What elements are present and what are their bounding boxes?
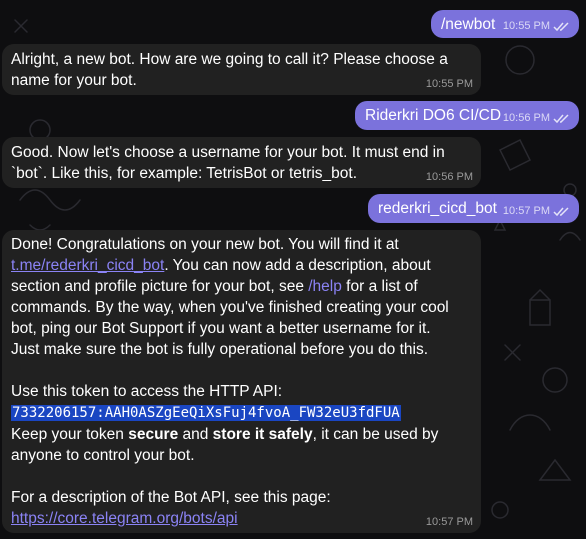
message-line: https://core.telegram.org/bots/api (11, 508, 472, 529)
token-line: 7332206157:AAH0ASZgEeQiXsFuj4fvoA_FW32eU… (11, 402, 472, 424)
bold-text: secure (128, 426, 179, 443)
message-line: commands. By the way, when you've finish… (11, 299, 449, 316)
message-timestamp: 10:55 PM (503, 20, 571, 33)
outgoing-message[interactable]: rederkri_cicd_bot 10:57 PM (368, 194, 579, 223)
bot-api-link[interactable]: https://core.telegram.org/bots/api (11, 510, 238, 527)
message-text: rederkri_cicd_bot (378, 200, 497, 217)
message-text: section and profile picture for your bot… (11, 278, 309, 295)
bold-text: store it safely (212, 426, 313, 443)
incoming-message[interactable]: Alright, a new bot. How are we going to … (2, 44, 481, 95)
message-line: section and profile picture for your bot… (11, 276, 472, 297)
double-check-icon (553, 113, 569, 123)
message-line: name for your bot. (11, 72, 137, 89)
api-token[interactable]: 7332206157:AAH0ASZgEeQiXsFuj4fvoA_FW32eU… (11, 405, 401, 421)
message-text: Riderkri DO6 CI/CD (365, 107, 502, 124)
message-text: and (178, 426, 213, 443)
message-text: /newbot (441, 16, 496, 33)
timestamp-text: 10:55 PM (502, 20, 550, 32)
message-line: Just make sure the bot is fully operatio… (11, 341, 429, 358)
help-command-link[interactable]: /help (308, 278, 342, 295)
incoming-message[interactable]: Good. Now let's choose a username for yo… (2, 137, 481, 188)
message-line: bot, ping our Bot Support if you want a … (11, 320, 431, 337)
message-line: For a description of the Bot API, see th… (11, 489, 331, 506)
message-timestamp: 10:56 PM (503, 112, 571, 125)
double-check-icon (553, 21, 569, 31)
message-text: , it can be used by (312, 426, 439, 443)
message-timestamp: 10:56 PM (425, 171, 473, 183)
message-timestamp: 10:55 PM (425, 78, 473, 90)
outgoing-message[interactable]: Riderkri DO6 CI/CD 10:56 PM (355, 101, 579, 130)
outgoing-message[interactable]: /newbot 10:55 PM (431, 10, 579, 38)
bot-link[interactable]: t.me/rederkri_cicd_bot (11, 257, 164, 274)
message-line: `bot`. Like this, for example: TetrisBot… (11, 165, 358, 182)
message-text: for a list of (341, 278, 418, 295)
double-check-icon (553, 206, 569, 216)
timestamp-text: 10:56 PM (502, 112, 550, 124)
message-line: Good. Now let's choose a username for yo… (11, 144, 445, 161)
message-text: Keep your token (11, 426, 129, 443)
message-line: Use this token to access the HTTP API: (11, 383, 283, 400)
timestamp-text: 10:57 PM (502, 205, 550, 217)
message-text: . You can now add a description, about (164, 257, 431, 274)
message-line: Alright, a new bot. How are we going to … (11, 51, 448, 68)
message-line: Done! Congratulations on your new bot. Y… (11, 236, 399, 253)
message-line: anyone to control your bot. (11, 447, 195, 464)
message-line: t.me/rederkri_cicd_bot. You can now add … (11, 255, 472, 276)
message-timestamp: 10:57 PM (503, 205, 571, 218)
incoming-message-botfather-token[interactable]: Done! Congratulations on your new bot. Y… (2, 230, 481, 533)
message-line: Keep your token secure and store it safe… (11, 424, 472, 445)
message-timestamp: 10:57 PM (425, 516, 473, 528)
